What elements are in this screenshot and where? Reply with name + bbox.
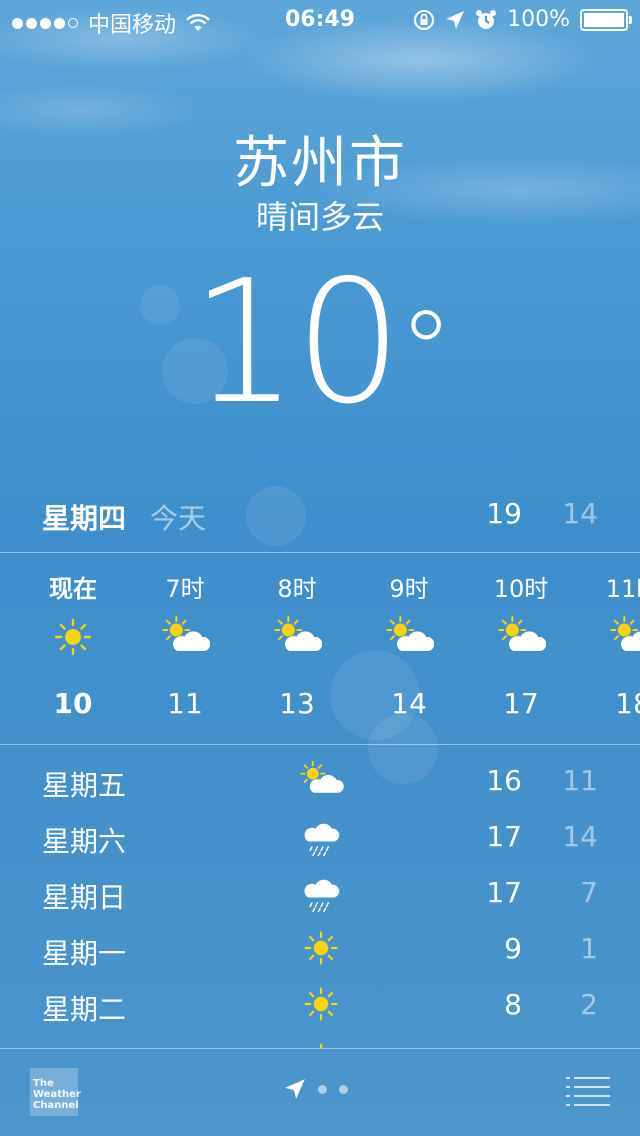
hour-label: 9时	[389, 575, 429, 603]
location-arrow-icon	[446, 10, 465, 29]
hour-temperature: 14	[391, 687, 427, 720]
daily-row: 星期一 9 1	[0, 920, 640, 976]
weather-channel-logo[interactable]: The Weather Channel	[30, 1068, 81, 1116]
degree-symbol: °	[398, 287, 454, 415]
day-name: 星期日	[42, 881, 127, 914]
day-low: 2	[580, 988, 598, 1021]
day-name: 星期六	[42, 825, 127, 858]
day-low: 7	[580, 876, 598, 909]
hour-label: 8时	[277, 575, 317, 603]
battery-icon	[580, 8, 632, 31]
hourly-item: 9时 14	[353, 553, 465, 720]
partly-cloudy-icon	[241, 613, 353, 661]
current-temperature: 10°	[0, 258, 640, 428]
hourly-item: 7时 11	[129, 553, 241, 720]
day-high: 17	[486, 876, 522, 909]
divider	[0, 744, 640, 745]
day-low: 1	[580, 932, 598, 965]
hour-label: 现在	[49, 575, 97, 603]
rain-icon	[296, 812, 346, 860]
weather-condition: 晴间多云	[255, 198, 384, 236]
day-high: 9	[504, 932, 522, 965]
location-arrow-icon	[285, 1079, 305, 1099]
today-day: 星期四	[42, 502, 127, 535]
hour-temperature: 13	[279, 687, 315, 720]
today-high: 19	[486, 497, 522, 530]
hour-label: 11时	[605, 575, 640, 603]
hourly-item: 8时 13	[241, 553, 353, 720]
day-low: 11	[562, 764, 598, 797]
day-name: 星期五	[42, 769, 127, 802]
status-bar: 中国移动 06:49 100%	[0, 0, 640, 40]
hour-temperature: 17	[503, 687, 539, 720]
alarm-icon	[476, 9, 497, 29]
hour-label: 10时	[493, 575, 549, 603]
battery-percent: 100%	[507, 7, 570, 32]
hour-temperature: 18	[615, 687, 640, 720]
city-list-icon[interactable]	[566, 1076, 610, 1106]
day-high: 17	[486, 820, 522, 853]
today-label: 今天	[150, 502, 207, 535]
rain-icon	[296, 868, 346, 916]
partly-cloudy-icon	[465, 613, 577, 661]
day-name: 星期二	[42, 993, 127, 1026]
partly-cloudy-icon	[353, 613, 465, 661]
bottom-toolbar: The Weather Channel	[0, 1048, 640, 1136]
day-name: 星期一	[42, 937, 127, 970]
hourly-forecast[interactable]: 现在107时 118时 139时 1410时 1711时 18	[0, 553, 640, 743]
partly-cloudy-icon	[577, 613, 640, 661]
hour-temperature: 10	[53, 687, 93, 720]
sun-icon	[17, 613, 129, 661]
page-dot	[318, 1084, 327, 1094]
orientation-lock-icon	[414, 9, 435, 30]
hourly-item: 现在 10	[17, 553, 129, 720]
hour-temperature: 11	[167, 687, 203, 720]
day-low: 14	[562, 820, 598, 853]
day-high: 8	[504, 988, 522, 1021]
sun-icon	[296, 924, 346, 972]
temperature-value: 10	[190, 244, 402, 442]
city-name: 苏州市	[233, 131, 407, 196]
page-indicator[interactable]	[284, 1078, 348, 1100]
daily-row: 星期六 17 14	[0, 808, 640, 864]
today-low: 14	[562, 497, 598, 530]
daily-row: 星期五 16 11	[0, 752, 640, 808]
daily-forecast[interactable]: 星期五 16 11 星期六 17 14 星期日 17 7 星期一 9 1 星期二 8 2 星期三	[0, 752, 640, 1048]
hour-label: 7时	[165, 575, 205, 603]
day-high: 16	[486, 764, 522, 797]
daily-row: 星期三	[0, 1032, 640, 1048]
partly-cloudy-icon	[129, 613, 241, 661]
daily-row: 星期日 17 7	[0, 864, 640, 920]
hourly-item: 10时 17	[465, 553, 577, 720]
page-dot	[339, 1084, 348, 1094]
hourly-item: 11时 18	[577, 553, 640, 720]
today-row: 星期四 今天 19 14	[0, 497, 640, 539]
partly-cloudy-icon	[296, 756, 346, 804]
sun-icon	[296, 1036, 346, 1048]
sun-icon	[296, 980, 346, 1028]
daily-row: 星期二 8 2	[0, 976, 640, 1032]
